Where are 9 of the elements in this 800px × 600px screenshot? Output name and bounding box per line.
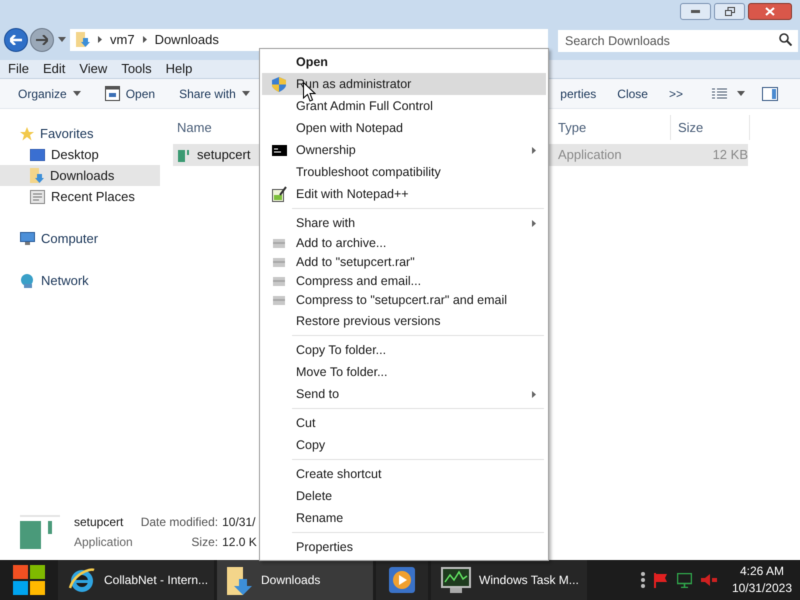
size-label: Size: bbox=[190, 534, 218, 551]
date-modified-value: 10/31/ bbox=[222, 514, 256, 531]
file-name: setupcert bbox=[74, 514, 124, 531]
size-value: 12.0 K bbox=[222, 534, 257, 551]
file-name: setupcert bbox=[197, 146, 250, 164]
file-type: Application bbox=[74, 534, 133, 551]
file-size: 12 KB bbox=[712, 146, 748, 164]
date-modified-label: Date modified: bbox=[140, 514, 218, 531]
file-type: Application bbox=[557, 146, 623, 164]
